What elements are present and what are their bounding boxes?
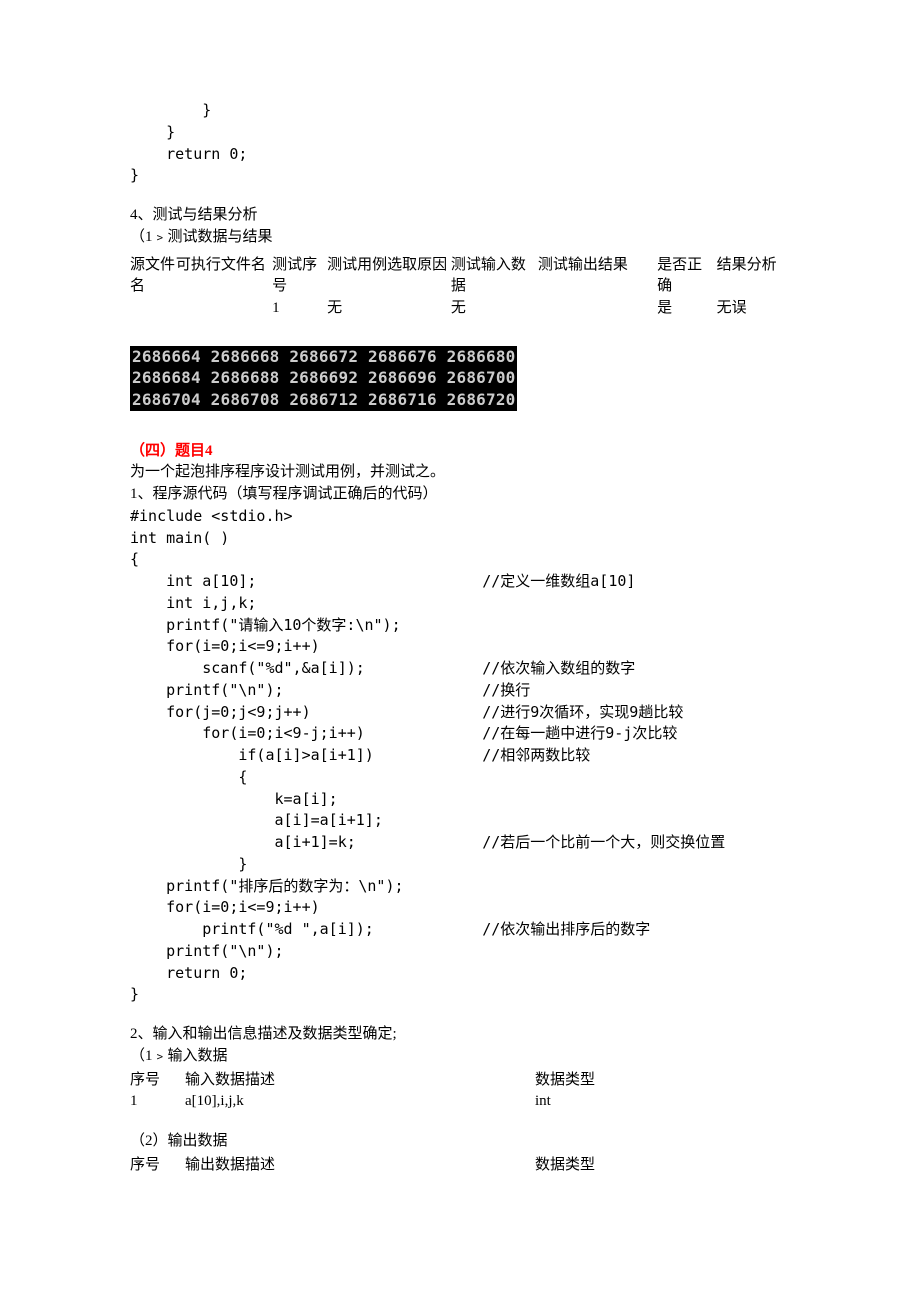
td: a[10],i,j,k <box>185 1091 535 1113</box>
th-correct: 是否正确 <box>657 255 717 299</box>
td <box>176 298 272 320</box>
th-no: 序号 <box>130 1070 185 1092</box>
table-row: 1 无 无 是 无误 <box>130 298 790 320</box>
question-4-desc: 为一个起泡排序程序设计测试用例，并测试之。 <box>130 462 790 484</box>
th-source-file: 源文件名 <box>130 255 176 299</box>
td: 无 <box>327 298 451 320</box>
th-exe-file: 可执行文件名 <box>176 255 272 299</box>
output-heading: （2）输出数据 <box>130 1131 790 1153</box>
code-block-q4: #include <stdio.h> int main( ) { int a[1… <box>130 506 790 1006</box>
td <box>130 298 176 320</box>
section-test-sub: （1﹥测试数据与结果 <box>130 227 790 249</box>
td: 1 <box>130 1091 185 1113</box>
td <box>538 298 657 320</box>
th-no: 序号 <box>130 1155 185 1177</box>
output-table: 序号 输出数据描述 数据类型 <box>130 1155 790 1177</box>
test-table: 源文件名 可执行文件名 测试序号 测试用例选取原因 测试输入数据 测试输出结果 … <box>130 255 790 320</box>
td: 是 <box>657 298 717 320</box>
td: 无 <box>451 298 538 320</box>
table-header-row: 序号 输入数据描述 数据类型 <box>130 1070 790 1092</box>
th-reason: 测试用例选取原因 <box>327 255 451 299</box>
console-output: 2686664 2686668 2686672 2686676 2686680 … <box>130 346 517 411</box>
td: 1 <box>272 298 327 320</box>
th-test-no: 测试序号 <box>272 255 327 299</box>
th-analysis: 结果分析 <box>717 255 790 299</box>
td: int <box>535 1091 735 1113</box>
table-row: 1 a[10],i,j,k int <box>130 1091 790 1113</box>
code-heading: 1、程序源代码（填写程序调试正确后的代码） <box>130 484 790 506</box>
td: 无误 <box>717 298 790 320</box>
th-output: 测试输出结果 <box>538 255 657 299</box>
input-heading: （1﹥输入数据 <box>130 1046 790 1068</box>
input-table: 序号 输入数据描述 数据类型 1 a[10],i,j,k int <box>130 1070 790 1114</box>
section-test-heading: 4、测试与结果分析 <box>130 205 790 227</box>
table-header-row: 序号 输出数据描述 数据类型 <box>130 1155 790 1177</box>
th-input: 测试输入数据 <box>451 255 538 299</box>
th-type: 数据类型 <box>535 1155 735 1177</box>
code-block-tail: } } return 0; } <box>130 100 790 187</box>
th-type: 数据类型 <box>535 1070 735 1092</box>
io-heading: 2、输入和输出信息描述及数据类型确定; <box>130 1024 790 1046</box>
question-4-title: （四）题目4 <box>130 441 790 463</box>
th-desc: 输入数据描述 <box>185 1070 535 1092</box>
table-header-row: 源文件名 可执行文件名 测试序号 测试用例选取原因 测试输入数据 测试输出结果 … <box>130 255 790 299</box>
th-desc: 输出数据描述 <box>185 1155 535 1177</box>
